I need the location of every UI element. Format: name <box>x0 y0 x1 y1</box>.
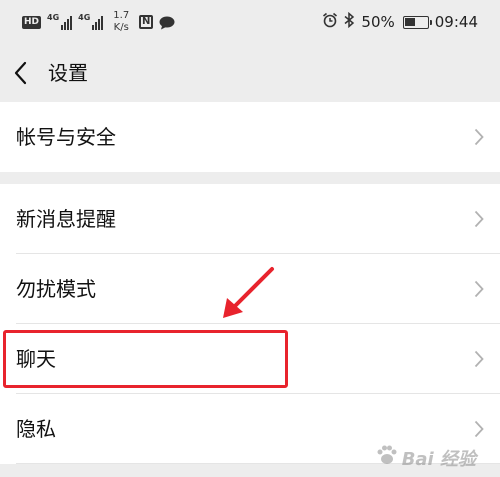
chevron-right-icon <box>474 420 484 438</box>
battery-percent: 50% <box>361 13 395 31</box>
settings-group-account: 帐号与安全 <box>0 102 500 172</box>
clock: 09:44 <box>434 13 478 31</box>
back-arrow-icon[interactable] <box>12 60 34 86</box>
battery-fill <box>405 18 416 26</box>
bluetooth-icon <box>344 11 355 32</box>
settings-item-label: 聊天 <box>16 347 56 371</box>
network-speed: 1.7 K/s <box>113 10 129 34</box>
settings-group-general: 新消息提醒 勿扰模式 聊天 隐私 <box>0 184 500 464</box>
network-speed-value: 1.7 <box>113 10 130 21</box>
chevron-right-icon <box>474 210 484 228</box>
hd-icon: HD <box>22 15 42 29</box>
settings-item-label: 新消息提醒 <box>16 207 116 231</box>
signal-2: 4G <box>78 13 104 30</box>
chevron-right-icon <box>474 350 484 368</box>
alarm-icon <box>322 12 338 32</box>
status-right: 50% 09:44 <box>322 9 478 35</box>
settings-item-account-security[interactable]: 帐号与安全 <box>0 102 500 172</box>
settings-item-label: 隐私 <box>16 417 56 441</box>
settings-item-chat[interactable]: 聊天 <box>0 324 500 394</box>
settings-item-new-message-notification[interactable]: 新消息提醒 <box>0 184 500 254</box>
page-title: 设置 <box>48 61 88 85</box>
signal-bars-icon <box>61 14 73 30</box>
status-bar: HD 4G 4G 1.7 K/s N 50% 09:44 <box>0 0 500 44</box>
nfc-icon: N <box>139 15 154 29</box>
settings-item-label: 帐号与安全 <box>16 125 116 149</box>
network-type-label: 4G <box>78 13 91 22</box>
chevron-right-icon <box>474 280 484 298</box>
network-speed-unit: K/s <box>113 22 129 33</box>
settings-item-privacy[interactable]: 隐私 <box>0 394 500 464</box>
settings-item-do-not-disturb[interactable]: 勿扰模式 <box>0 254 500 324</box>
settings-item-label: 勿扰模式 <box>16 277 96 301</box>
divider <box>16 463 500 464</box>
battery-icon <box>402 15 432 29</box>
signal-1: 4G <box>47 13 73 30</box>
signal-bars-icon <box>92 14 104 30</box>
chat-bubble-icon <box>159 15 175 30</box>
chevron-right-icon <box>474 128 484 146</box>
status-left: HD 4G 4G 1.7 K/s N <box>22 9 175 35</box>
nav-bar: 设置 <box>0 44 500 102</box>
network-type-label: 4G <box>47 13 60 22</box>
